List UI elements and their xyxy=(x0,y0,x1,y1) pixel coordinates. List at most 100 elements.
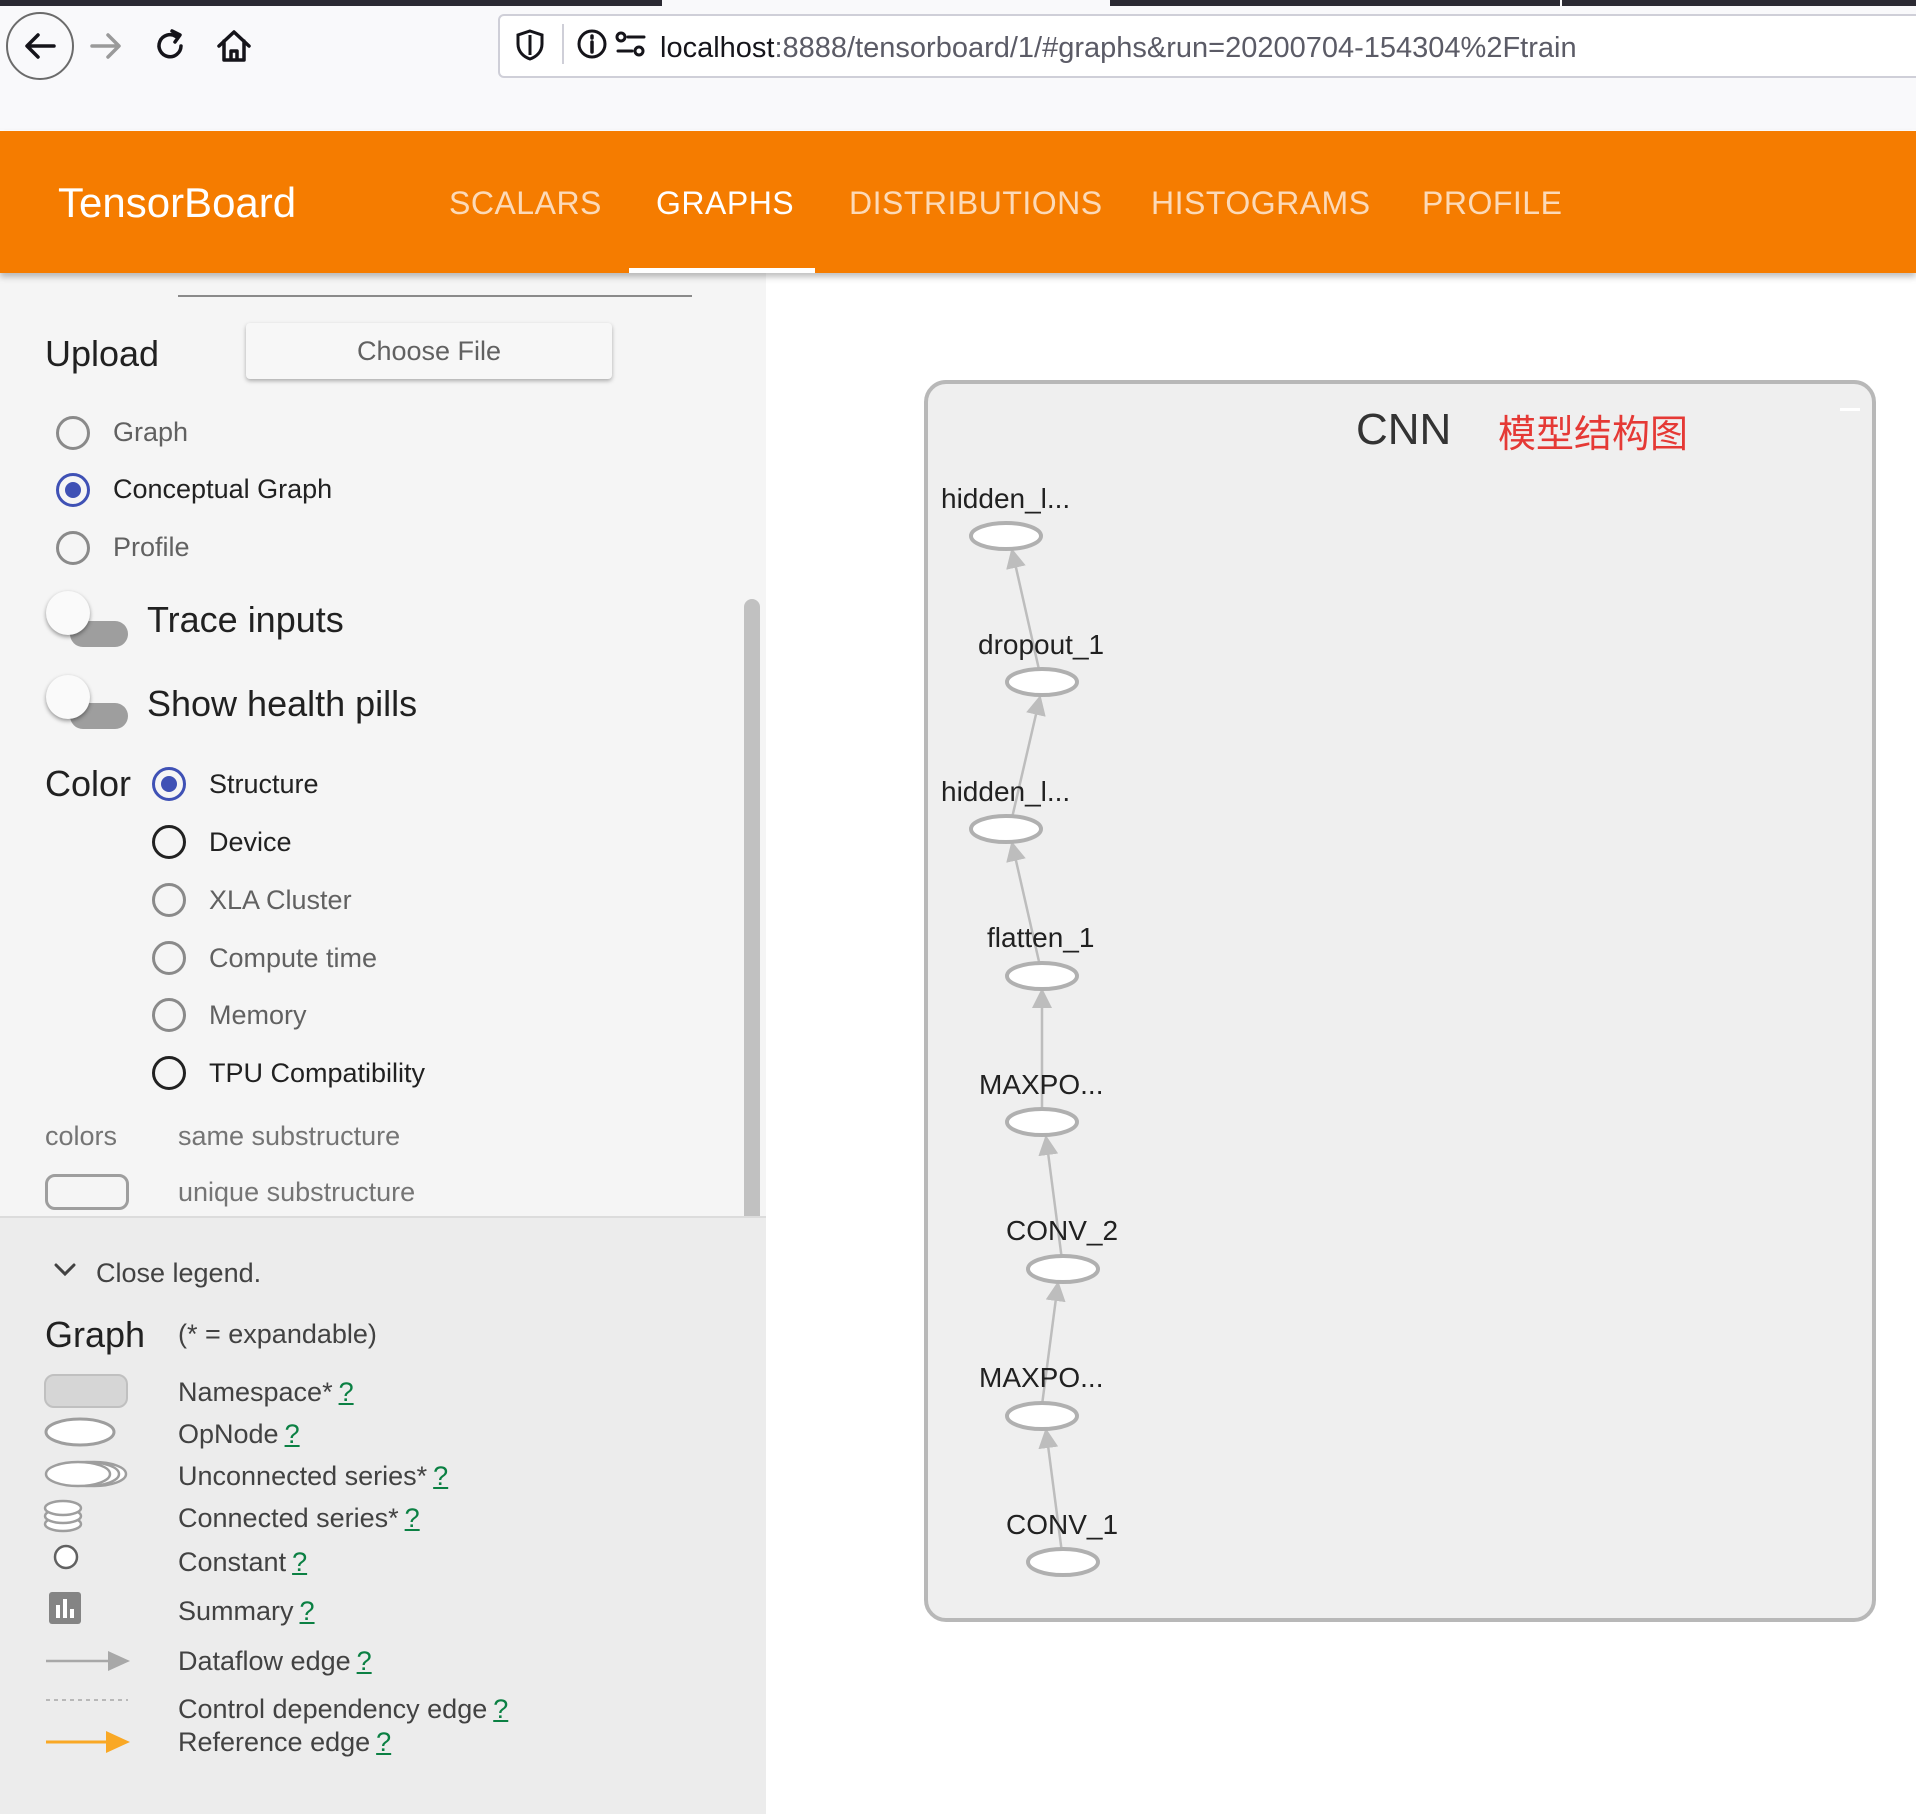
node-label[interactable]: CONV_1 xyxy=(1006,1509,1118,1541)
legend-item-label: Connected series* xyxy=(178,1503,399,1533)
radio-color-device[interactable] xyxy=(152,825,186,859)
color-label: Color xyxy=(45,763,132,804)
browser-toolbar: localhost:8888/tensorboard/1/#graphs&run… xyxy=(0,0,1916,130)
legend-item-unconnected-series: Unconnected series*? xyxy=(178,1461,448,1492)
radio-color-memory[interactable] xyxy=(152,998,186,1032)
tab-distributions[interactable]: DISTRIBUTIONS xyxy=(849,185,1103,222)
tab-histograms[interactable]: HISTOGRAMS xyxy=(1151,185,1371,222)
legend-graph-title: Graph xyxy=(45,1314,146,1355)
tag-select-underline xyxy=(178,295,692,297)
url-host: localhost xyxy=(660,32,775,64)
tab-strip xyxy=(1562,0,1916,6)
help-link[interactable]: ? xyxy=(292,1547,307,1577)
legend-item-summary: Summary? xyxy=(178,1596,315,1627)
radio-conceptual-graph-label[interactable]: Conceptual Graph xyxy=(113,474,332,505)
node-label[interactable]: CONV_2 xyxy=(1006,1215,1118,1247)
legend-item-opnode: OpNode? xyxy=(178,1419,300,1450)
legend-item-label: Dataflow edge xyxy=(178,1646,351,1676)
legend-item-constant: Constant? xyxy=(178,1547,307,1578)
close-legend-link[interactable]: Close legend. xyxy=(96,1258,261,1289)
tab-graphs[interactable]: GRAPHS xyxy=(656,185,794,222)
legend-item-label: Control dependency edge xyxy=(178,1694,488,1724)
help-link[interactable]: ? xyxy=(433,1461,448,1491)
colors-label: colors xyxy=(45,1121,118,1151)
help-link[interactable]: ? xyxy=(285,1419,300,1449)
choose-file-button[interactable]: Choose File xyxy=(246,323,612,379)
home-icon xyxy=(217,30,251,62)
tab-profile[interactable]: PROFILE xyxy=(1422,185,1562,222)
legend-item-label: OpNode xyxy=(178,1419,279,1449)
radio-color-structure-label[interactable]: Structure xyxy=(209,769,319,800)
radio-color-tpu-compatibility[interactable] xyxy=(152,1056,186,1090)
radio-conceptual-graph[interactable] xyxy=(56,473,90,507)
unconnected-series-icon xyxy=(44,1460,128,1488)
help-link[interactable]: ? xyxy=(376,1727,391,1757)
arrow-right-icon xyxy=(90,33,121,59)
structure-annotation: 模型结构图 xyxy=(1498,414,1689,456)
info-icon[interactable] xyxy=(576,28,608,60)
trace-inputs-label: Trace inputs xyxy=(147,599,344,640)
shield-icon[interactable] xyxy=(514,28,546,62)
radio-color-compute-time-label[interactable]: Compute time xyxy=(209,943,377,974)
unique-substructure-swatch xyxy=(45,1174,129,1210)
permissions-icon[interactable] xyxy=(614,28,648,60)
radio-color-xla-cluster[interactable] xyxy=(152,883,186,917)
active-tab-indicator xyxy=(629,268,815,273)
forward-button[interactable] xyxy=(72,12,140,80)
home-button[interactable] xyxy=(200,12,268,80)
radio-color-tpu-compatibility-label[interactable]: TPU Compatibility xyxy=(209,1058,425,1089)
legend-item-label: Summary xyxy=(178,1596,294,1626)
node-label[interactable]: MAXPO... xyxy=(979,1069,1103,1101)
back-button[interactable] xyxy=(6,12,74,80)
node-label[interactable]: MAXPO... xyxy=(979,1362,1103,1394)
legend-item-label: Reference edge xyxy=(178,1727,371,1757)
health-pills-label: Show health pills xyxy=(147,683,418,724)
radio-color-memory-label[interactable]: Memory xyxy=(209,1000,307,1031)
node-label[interactable]: flatten_1 xyxy=(987,922,1094,954)
help-link[interactable]: ? xyxy=(339,1377,354,1407)
legend-item-reference-edge: Reference edge? xyxy=(178,1727,391,1758)
help-link[interactable]: ? xyxy=(493,1694,508,1724)
help-link[interactable]: ? xyxy=(405,1503,420,1533)
reference-edge-icon xyxy=(46,1731,130,1753)
dataflow-edge-icon xyxy=(46,1651,130,1671)
radio-color-structure[interactable] xyxy=(152,767,186,801)
cnn-namespace-title: CNN xyxy=(1356,405,1452,454)
cnn-namespace-node[interactable] xyxy=(924,380,1876,1622)
sidebar-scrollbar[interactable] xyxy=(744,599,760,1229)
node-label[interactable]: hidden_l... xyxy=(941,483,1070,515)
tab-strip xyxy=(0,0,662,6)
node-label[interactable]: hidden_l... xyxy=(941,776,1070,808)
address-bar[interactable]: localhost:8888/tensorboard/1/#graphs&run… xyxy=(498,14,1916,78)
help-link[interactable]: ? xyxy=(357,1646,372,1676)
legend-item-namespace: Namespace*? xyxy=(178,1377,354,1408)
legend-item-control-edge: Control dependency edge? xyxy=(178,1694,508,1725)
radio-graph-label[interactable]: Graph xyxy=(113,417,188,448)
radio-color-device-label[interactable]: Device xyxy=(209,827,292,858)
help-link[interactable]: ? xyxy=(300,1596,315,1626)
radio-color-xla-cluster-label[interactable]: XLA Cluster xyxy=(209,885,352,916)
legend-item-label: Namespace* xyxy=(178,1377,333,1407)
chevron-down-icon[interactable] xyxy=(50,1255,80,1290)
tab-scalars[interactable]: SCALARS xyxy=(449,185,602,222)
reload-button[interactable] xyxy=(136,12,204,80)
upload-label: Upload xyxy=(45,333,160,374)
radio-graph[interactable] xyxy=(56,416,90,450)
collapse-icon[interactable] xyxy=(1840,408,1860,411)
control-edge-icon xyxy=(46,1699,128,1701)
unique-substructure-label: unique substructure xyxy=(178,1177,416,1207)
tensorboard-header: TensorBoard SCALARS GRAPHS DISTRIBUTIONS… xyxy=(0,131,1916,273)
brand-title: TensorBoard xyxy=(58,179,297,226)
radio-profile[interactable] xyxy=(56,531,90,565)
node-label[interactable]: dropout_1 xyxy=(978,629,1104,661)
legend-item-label: Constant xyxy=(178,1547,287,1577)
constant-icon xyxy=(53,1544,79,1570)
url-path: :8888/tensorboard/1/#graphs&run=20200704… xyxy=(774,32,1577,64)
radio-color-compute-time[interactable] xyxy=(152,941,186,975)
same-substructure-label: same substructure xyxy=(178,1121,401,1151)
reload-icon xyxy=(157,29,183,59)
radio-profile-label[interactable]: Profile xyxy=(113,532,190,563)
legend-item-dataflow-edge: Dataflow edge? xyxy=(178,1646,372,1677)
namespace-icon xyxy=(44,1374,128,1408)
url-text[interactable]: localhost:8888/tensorboard/1/#graphs&run… xyxy=(660,32,1577,65)
